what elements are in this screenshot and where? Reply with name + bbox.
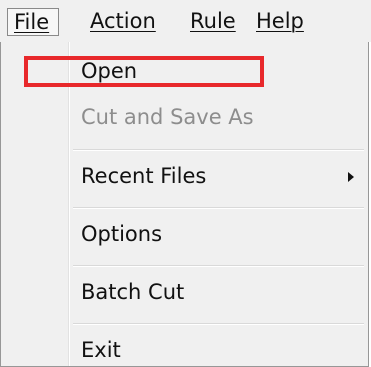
menu-item-options[interactable]: Options bbox=[81, 217, 358, 251]
highlight-annotation-box bbox=[24, 56, 264, 87]
menu-bar: File Action Rule Help bbox=[0, 0, 371, 42]
menu-item-exit[interactable]: Exit bbox=[81, 333, 358, 367]
app-screen: File Action Rule Help Open Cut and Save … bbox=[0, 0, 371, 367]
menu-item-batch-cut[interactable]: Batch Cut bbox=[81, 275, 358, 309]
menu-separator bbox=[73, 323, 364, 325]
submenu-arrow-icon bbox=[348, 172, 354, 182]
menu-action[interactable]: Action bbox=[84, 8, 164, 36]
menu-item-cut-and-save-as-label: Cut and Save As bbox=[81, 105, 254, 129]
menu-item-options-label: Options bbox=[81, 222, 163, 246]
menu-item-batch-cut-label: Batch Cut bbox=[81, 280, 185, 304]
menu-separator bbox=[73, 207, 364, 209]
file-dropdown-menu: Open Cut and Save As Recent Files Option… bbox=[0, 42, 369, 367]
menu-item-cut-and-save-as: Cut and Save As bbox=[81, 100, 358, 134]
icon-gutter-divider-highlight bbox=[69, 42, 70, 366]
menu-item-exit-label: Exit bbox=[81, 338, 121, 362]
menu-separator bbox=[73, 265, 364, 267]
menu-item-recent-files[interactable]: Recent Files bbox=[81, 159, 358, 193]
menu-separator bbox=[73, 149, 364, 151]
menu-rule[interactable]: Rule bbox=[184, 8, 244, 36]
menu-file[interactable]: File bbox=[7, 8, 59, 36]
menu-help[interactable]: Help bbox=[250, 8, 315, 36]
menu-item-recent-files-label: Recent Files bbox=[81, 164, 207, 188]
